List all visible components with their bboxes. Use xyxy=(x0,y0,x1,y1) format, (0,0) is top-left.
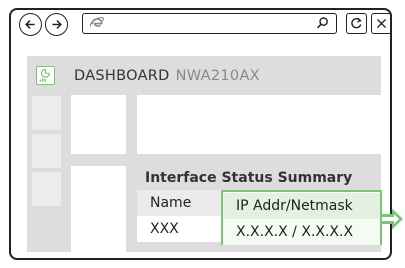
magnifier-icon[interactable] xyxy=(314,15,330,31)
table-title: Interface Status Summary xyxy=(137,166,381,190)
column-header-name: Name xyxy=(150,195,192,211)
highlight-box: IP Addr/Netmask X.X.X.X / X.X.X.X xyxy=(221,190,382,245)
sidebar-tab-3[interactable] xyxy=(32,172,61,206)
widget-panel xyxy=(71,166,126,252)
close-icon xyxy=(376,18,387,29)
refresh-button[interactable] xyxy=(346,13,367,34)
page-title: DASHBOARD NWA210AX xyxy=(74,68,260,84)
refresh-icon xyxy=(351,17,362,29)
forward-button[interactable] xyxy=(45,13,68,36)
callout-arrow-icon xyxy=(382,208,403,230)
widget-panel xyxy=(71,95,126,154)
app-title: DASHBOARD xyxy=(74,68,170,84)
address-bar[interactable] xyxy=(82,13,337,34)
back-button[interactable] xyxy=(19,13,42,36)
highlighted-cell-ip: X.X.X.X / X.X.X.X xyxy=(223,219,380,245)
cell-name: XXX xyxy=(150,221,179,237)
app-header: DASHBOARD NWA210AX xyxy=(27,56,381,94)
close-button[interactable] xyxy=(371,13,392,34)
highlighted-column-header: IP Addr/Netmask xyxy=(223,193,380,219)
arrow-left-icon xyxy=(25,20,35,29)
sidebar-tab-1[interactable] xyxy=(32,96,61,130)
device-model: NWA210AX xyxy=(175,68,260,84)
widget-panel xyxy=(137,95,381,154)
sidebar-tab-2[interactable] xyxy=(32,134,61,168)
dashboard-logo-icon[interactable] xyxy=(36,66,55,85)
arrow-right-icon xyxy=(52,20,62,29)
internet-explorer-icon xyxy=(89,17,104,27)
